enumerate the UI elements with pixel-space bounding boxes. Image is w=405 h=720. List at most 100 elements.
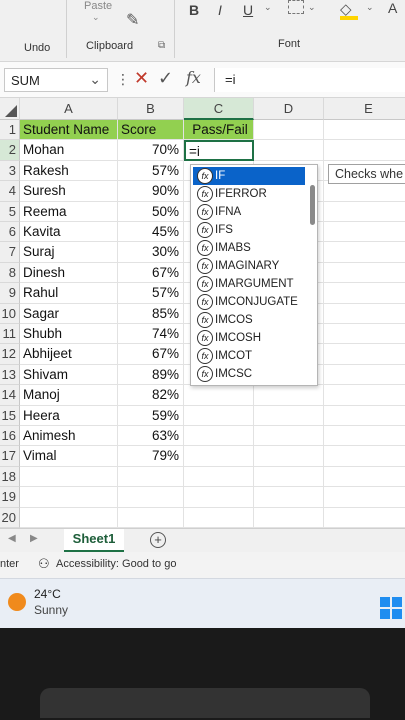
grid-cell[interactable] xyxy=(184,385,254,406)
grid-cell[interactable] xyxy=(118,466,184,488)
student-name-cell[interactable]: Rakesh xyxy=(20,160,118,182)
grid-cell[interactable] xyxy=(254,426,324,447)
grid-cell[interactable] xyxy=(254,466,324,488)
row-header-9[interactable]: 9 xyxy=(0,283,20,304)
column-header-c[interactable]: C xyxy=(184,98,254,120)
column-header-b[interactable]: B xyxy=(118,98,184,120)
accessibility-icon[interactable]: ⚇ xyxy=(38,556,50,572)
grid-cell[interactable] xyxy=(184,466,254,488)
row-header-4[interactable]: 4 xyxy=(0,181,20,202)
grid-cell[interactable] xyxy=(184,405,254,426)
row-header-19[interactable]: 19 xyxy=(0,487,20,508)
autocomplete-item[interactable]: fx IMCOT xyxy=(193,347,305,365)
grid-cell[interactable] xyxy=(254,446,324,467)
grid-cell[interactable] xyxy=(324,304,405,324)
autocomplete-item[interactable]: fx IMAGINARY xyxy=(193,257,305,275)
select-all-corner[interactable] xyxy=(0,98,20,120)
row-header-15[interactable]: 15 xyxy=(0,405,20,426)
autocomplete-item[interactable]: fx IFS xyxy=(193,221,305,239)
score-cell[interactable]: 50% xyxy=(118,201,184,222)
grid-cell[interactable] xyxy=(184,507,254,528)
grid-cell[interactable] xyxy=(324,385,405,406)
score-cell[interactable]: 90% xyxy=(118,181,184,202)
underline-button[interactable]: U xyxy=(243,2,253,18)
autocomplete-item[interactable]: fx IMARGUMENT xyxy=(193,275,305,293)
grid-cell[interactable] xyxy=(184,487,254,508)
autocomplete-item[interactable]: fx IFERROR xyxy=(193,185,305,203)
paste-button[interactable]: Paste xyxy=(84,0,112,12)
row-header-5[interactable]: 5 xyxy=(0,201,20,222)
grid-cell[interactable] xyxy=(254,385,324,406)
autocomplete-item[interactable]: fx IF xyxy=(193,167,305,185)
row-header-1[interactable]: 1 xyxy=(0,120,20,141)
grid-cell[interactable] xyxy=(254,507,324,528)
accessibility-status[interactable]: Accessibility: Good to go xyxy=(56,558,176,570)
chevron-down-icon[interactable]: ⌄ xyxy=(89,71,101,88)
student-name-cell[interactable]: Vimal xyxy=(20,446,118,467)
autocomplete-item[interactable]: fx IMCONJUGATE xyxy=(193,293,305,311)
fill-dropdown-icon[interactable]: ⌄ xyxy=(366,2,374,13)
header-cell[interactable]: Score xyxy=(118,120,184,141)
grid-cell[interactable] xyxy=(254,487,324,508)
student-name-cell[interactable]: Animesh xyxy=(20,426,118,447)
grid-cell[interactable] xyxy=(324,446,405,467)
score-cell[interactable]: 30% xyxy=(118,242,184,263)
score-cell[interactable]: 85% xyxy=(118,303,184,324)
grid-cell[interactable] xyxy=(118,487,184,508)
grid-cell[interactable] xyxy=(20,466,118,488)
grid-cell[interactable] xyxy=(20,507,118,528)
enter-check-icon[interactable]: ✓ xyxy=(158,68,173,89)
row-header-20[interactable]: 20 xyxy=(0,507,20,528)
grid-cell[interactable] xyxy=(324,140,405,161)
student-name-cell[interactable]: Shubh xyxy=(20,324,118,345)
student-name-cell[interactable]: Suresh xyxy=(20,181,118,202)
grid-cell[interactable] xyxy=(324,181,405,202)
grid-cell[interactable] xyxy=(324,344,405,365)
student-name-cell[interactable]: Heera xyxy=(20,405,118,426)
cancel-icon[interactable]: ✕ xyxy=(134,68,149,89)
grid-cell[interactable] xyxy=(324,406,405,426)
grid-cell[interactable] xyxy=(324,242,405,263)
student-name-cell[interactable]: Sagar xyxy=(20,303,118,324)
next-sheet-icon[interactable]: ▶ xyxy=(30,533,38,544)
grid-cell[interactable] xyxy=(254,120,324,141)
grid-cell[interactable] xyxy=(324,324,405,345)
italic-button[interactable]: I xyxy=(218,2,222,18)
row-header-13[interactable]: 13 xyxy=(0,364,20,386)
row-header-7[interactable]: 7 xyxy=(0,242,20,263)
student-name-cell[interactable]: Shivam xyxy=(20,364,118,386)
undo-button[interactable]: Undo xyxy=(24,42,50,54)
score-cell[interactable]: 89% xyxy=(118,364,184,386)
windows-start-icon[interactable] xyxy=(380,597,402,619)
weather-sun-icon[interactable] xyxy=(8,593,26,611)
formula-input[interactable]: =i xyxy=(214,68,405,92)
font-color-button[interactable]: A xyxy=(388,0,397,16)
grid-cell[interactable] xyxy=(324,202,405,222)
row-header-2[interactable]: 2 xyxy=(0,140,20,161)
score-cell[interactable]: 82% xyxy=(118,385,184,406)
grid-cell[interactable] xyxy=(324,508,405,528)
student-name-cell[interactable]: Dinesh xyxy=(20,262,118,284)
student-name-cell[interactable]: Rahul xyxy=(20,283,118,304)
row-header-11[interactable]: 11 xyxy=(0,324,20,345)
row-header-17[interactable]: 17 xyxy=(0,446,20,467)
autocomplete-item[interactable]: fx IFNA xyxy=(193,203,305,221)
bold-button[interactable]: B xyxy=(189,2,199,18)
header-cell[interactable]: Pass/Fail xyxy=(184,120,254,141)
borders-dropdown-icon[interactable]: ⌄ xyxy=(308,2,316,13)
score-cell[interactable]: 57% xyxy=(118,160,184,182)
tab-sheet1[interactable]: Sheet1 xyxy=(64,529,124,553)
student-name-cell[interactable]: Manoj xyxy=(20,385,118,406)
grid-cell[interactable] xyxy=(254,140,324,161)
prev-sheet-icon[interactable]: ◀ xyxy=(8,533,16,544)
grid-cell[interactable] xyxy=(324,120,405,141)
score-cell[interactable]: 57% xyxy=(118,283,184,304)
row-header-18[interactable]: 18 xyxy=(0,466,20,488)
autocomplete-item[interactable]: fx IMCSC xyxy=(193,365,305,383)
grid-cell[interactable] xyxy=(324,263,405,284)
underline-dropdown-icon[interactable]: ⌄ xyxy=(264,2,272,13)
more-options-icon[interactable]: ⋮ xyxy=(116,71,130,88)
grid-cell[interactable] xyxy=(324,487,405,508)
borders-icon[interactable] xyxy=(288,0,304,14)
autocomplete-item[interactable]: fx IMCOS xyxy=(193,311,305,329)
